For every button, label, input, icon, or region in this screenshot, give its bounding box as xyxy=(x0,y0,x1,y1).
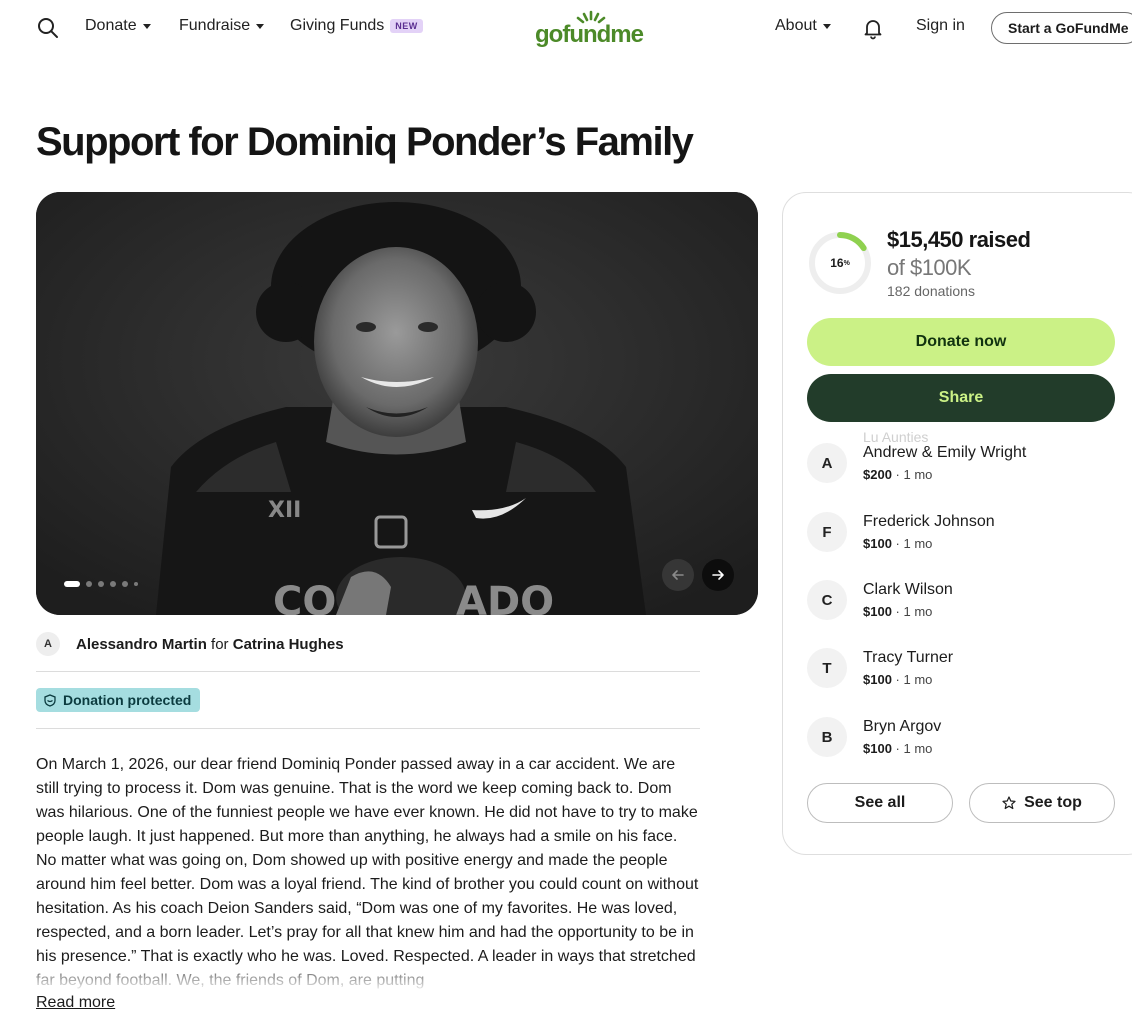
organizer-avatar: A xyxy=(36,632,60,656)
donation-count: 182 donations xyxy=(887,283,975,299)
divider xyxy=(36,728,700,729)
donor-name: Frederick Johnson xyxy=(863,513,995,530)
donation-meta: $100 · 1 mo xyxy=(863,604,933,619)
donation-time: 1 mo xyxy=(903,741,933,756)
organizer-text: Alessandro Martin for Catrina Hughes xyxy=(76,636,344,653)
chevron-down-icon xyxy=(142,23,151,29)
donor-name: Bryn Argov xyxy=(863,718,942,735)
carousel-dot[interactable] xyxy=(98,581,104,587)
nav-fundraise[interactable]: Fundraise xyxy=(179,17,265,35)
donor-name: Clark Wilson xyxy=(863,581,953,598)
donation-time: 1 mo xyxy=(903,604,933,619)
divider xyxy=(36,671,700,672)
share-button[interactable]: Share xyxy=(807,374,1115,422)
carousel-prev-button[interactable] xyxy=(662,559,694,591)
nav-about-label: About xyxy=(775,17,817,34)
organizer-connector: for xyxy=(211,635,229,653)
progress-ring: 16% xyxy=(807,230,873,296)
chevron-down-icon xyxy=(256,23,265,29)
donor-avatar: A xyxy=(807,443,847,483)
donor-avatar: B xyxy=(807,717,847,757)
carousel-dot[interactable] xyxy=(134,582,138,586)
donation-amount: $200 xyxy=(863,467,892,482)
svg-text:XII: XII xyxy=(268,498,301,523)
organizer-name[interactable]: Alessandro Martin xyxy=(76,636,207,653)
donor-avatar: T xyxy=(807,648,847,688)
progress-percent-sign: % xyxy=(843,259,850,267)
donation-amount: $100 xyxy=(863,604,892,619)
donor-avatar: F xyxy=(807,512,847,552)
arrow-right-icon xyxy=(712,570,724,580)
search-icon[interactable] xyxy=(36,16,60,40)
donor-avatar: C xyxy=(807,580,847,620)
donation-item: B Bryn Argov $100 · 1 mo xyxy=(807,715,1127,759)
donation-item: C Clark Wilson $100 · 1 mo xyxy=(807,578,1127,622)
top-navigation: Donate Fundraise Giving Funds NEW gofund… xyxy=(0,0,1132,56)
donation-protected-badge[interactable]: Donation protected xyxy=(36,688,201,712)
organizer-info: A Alessandro Martin for Catrina Hughes xyxy=(36,632,344,656)
donation-amount: $100 xyxy=(863,741,892,756)
svg-text:CO: CO xyxy=(273,579,336,615)
fundraiser-goal: of $100K xyxy=(887,255,972,280)
donation-time: 1 mo xyxy=(903,672,933,687)
carousel-next-button[interactable] xyxy=(702,559,734,591)
donation-amount: $100 xyxy=(863,672,892,687)
sign-in-link[interactable]: Sign in xyxy=(916,17,965,35)
progress-percent-value: 16 xyxy=(830,256,844,270)
story-fade-overlay xyxy=(36,965,700,991)
arrow-left-icon xyxy=(672,570,684,580)
chevron-down-icon xyxy=(822,23,831,29)
see-all-button[interactable]: See all xyxy=(807,783,953,823)
donation-card: 16% $15,450 raised of $100K 182 donation… xyxy=(782,192,1132,855)
read-more-link[interactable]: Read more xyxy=(36,994,115,1012)
nav-giving-funds-label: Giving Funds xyxy=(290,17,385,34)
donation-item: A Andrew & Emily Wright $200 · 1 mo xyxy=(807,441,1127,485)
donation-time: 1 mo xyxy=(903,467,933,482)
nav-donate-label: Donate xyxy=(85,17,137,34)
nav-about[interactable]: About xyxy=(775,17,831,35)
start-gofundme-button[interactable]: Start a GoFundMe xyxy=(991,12,1132,44)
carousel-dot[interactable] xyxy=(110,581,116,587)
donation-item: F Frederick Johnson $100 · 1 mo xyxy=(807,510,1127,554)
hero-carousel[interactable]: XII CO ADO xyxy=(36,192,758,615)
logo-wordmark: gofundme xyxy=(535,21,644,48)
page-title: Support for Dominiq Ponder’s Family xyxy=(36,120,694,164)
donation-meta: $100 · 1 mo xyxy=(863,741,933,756)
donate-now-button[interactable]: Donate now xyxy=(807,318,1115,366)
see-all-label: See all xyxy=(854,794,906,811)
beneficiary-name[interactable]: Catrina Hughes xyxy=(233,636,344,653)
carousel-dots xyxy=(64,581,138,587)
donor-name: Andrew & Emily Wright xyxy=(863,444,1027,461)
nav-fundraise-label: Fundraise xyxy=(179,17,251,34)
carousel-dot-active[interactable] xyxy=(64,581,80,587)
gofundme-logo[interactable]: gofundme xyxy=(535,8,645,48)
story-text: On March 1, 2026, our dear friend Domini… xyxy=(36,756,699,989)
progress-percent: 16% xyxy=(807,230,873,296)
see-top-button[interactable]: See top xyxy=(969,783,1115,823)
see-top-label: See top xyxy=(1024,794,1082,811)
donation-meta: $200 · 1 mo xyxy=(863,467,933,482)
donation-meta: $100 · 1 mo xyxy=(863,672,933,687)
donation-protected-label: Donation protected xyxy=(63,692,192,708)
donation-amount: $100 xyxy=(863,536,892,551)
donation-item: T Tracy Turner $100 · 1 mo xyxy=(807,646,1127,690)
new-badge: NEW xyxy=(390,19,423,33)
carousel-dot[interactable] xyxy=(86,581,92,587)
donor-name: Tracy Turner xyxy=(863,649,954,666)
donation-meta: $100 · 1 mo xyxy=(863,536,933,551)
star-icon xyxy=(1002,796,1016,810)
amount-raised: $15,450 raised xyxy=(887,227,1031,252)
shield-icon xyxy=(44,693,56,707)
donation-time: 1 mo xyxy=(903,536,933,551)
nav-donate[interactable]: Donate xyxy=(85,17,151,35)
fundraiser-photo: XII CO ADO xyxy=(36,192,758,615)
nav-giving-funds[interactable]: Giving Funds NEW xyxy=(290,17,423,35)
svg-text:ADO: ADO xyxy=(456,579,554,615)
carousel-dot[interactable] xyxy=(122,581,128,587)
bell-icon[interactable] xyxy=(861,16,885,40)
